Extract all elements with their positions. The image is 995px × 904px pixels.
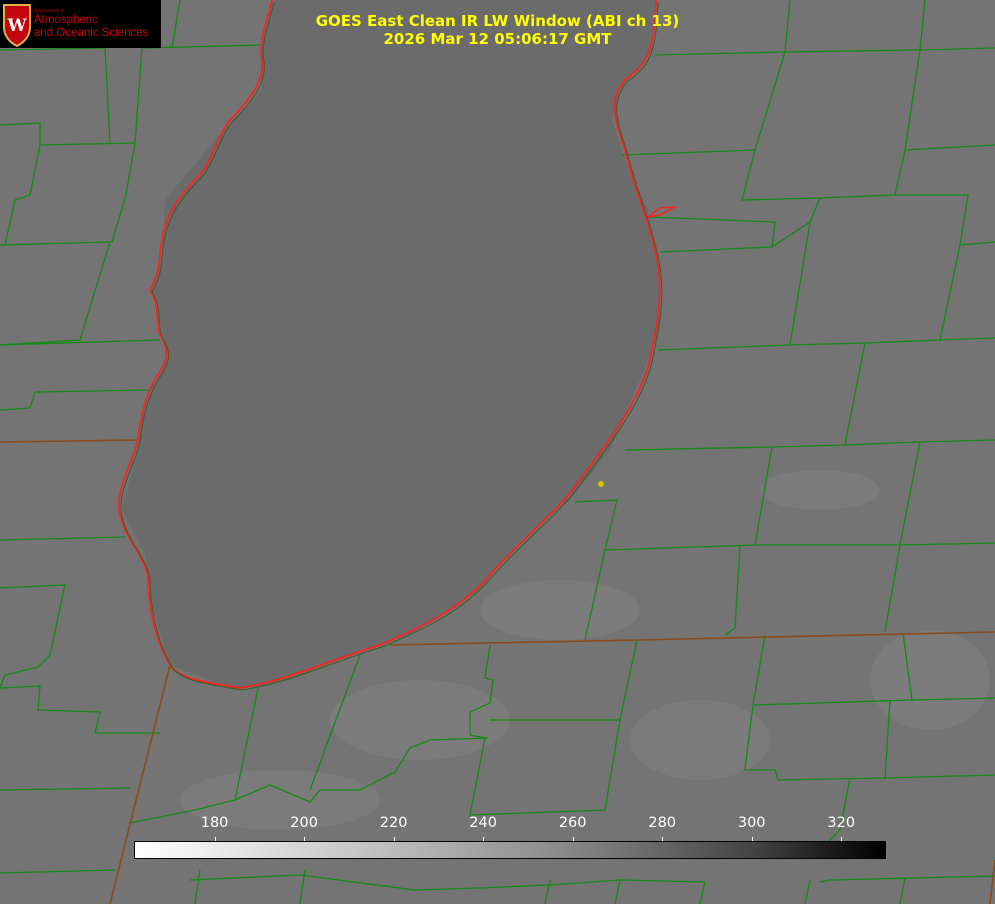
colorbar-tick-label: 180 bbox=[200, 815, 229, 831]
station-marker bbox=[598, 481, 604, 487]
image-timestamp: 2026 Mar 12 05:06:17 GMT bbox=[383, 30, 612, 48]
logo-line-2: and Oceanic Sciences bbox=[34, 27, 149, 39]
uw-aos-logo: W Department of Atmospheric and Oceanic … bbox=[0, 0, 161, 48]
colorbar-tick-label: 320 bbox=[827, 815, 856, 831]
colorbar-tick-label: 200 bbox=[290, 815, 318, 831]
image-title: GOES East Clean IR LW Window (ABI ch 13) bbox=[315, 12, 680, 30]
colorbar-tick-label: 240 bbox=[469, 815, 497, 831]
logo-line-1: Atmospheric bbox=[34, 14, 98, 26]
colorbar-tick-label: 300 bbox=[737, 815, 766, 831]
svg-text:W: W bbox=[6, 16, 27, 36]
satellite-map bbox=[0, 0, 995, 904]
colorbar-gradient bbox=[134, 841, 886, 859]
uw-shield-icon: W bbox=[3, 4, 31, 47]
colorbar-tick-label: 220 bbox=[379, 815, 408, 831]
logo-department-line: Department of bbox=[34, 8, 64, 13]
colorbar-tick-label: 260 bbox=[558, 815, 587, 831]
colorbar-tick-label: 280 bbox=[648, 815, 677, 831]
